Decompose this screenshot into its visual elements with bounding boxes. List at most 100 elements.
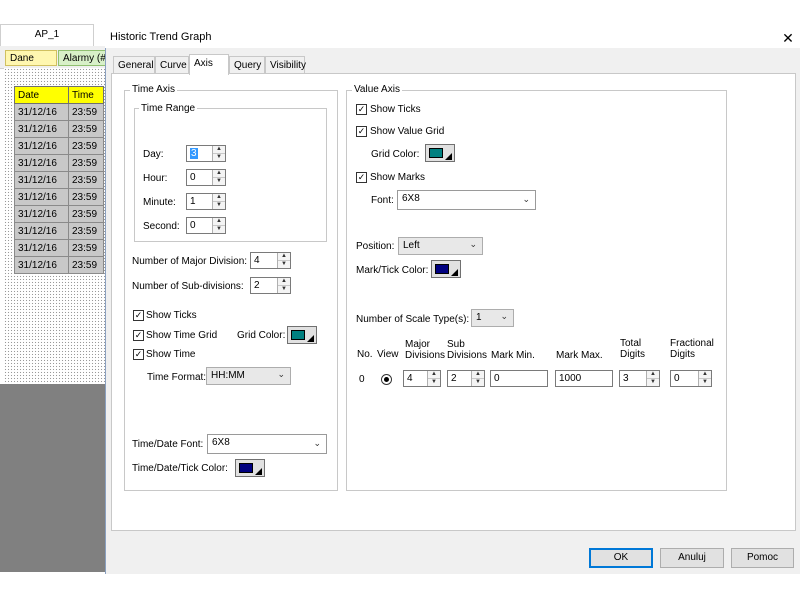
mark-color-label: Mark/Tick Color:: [356, 265, 429, 276]
show-time-grid-checkbox[interactable]: ✓: [133, 330, 144, 341]
minute-stepper[interactable]: 1 ▲ ▼: [186, 193, 226, 210]
bg-data-table: Date Time 31/12/16 23:59 31/12/16 23:59 31/1…: [14, 86, 104, 274]
bg-table-row: 31/12/16 23:59: [14, 256, 104, 274]
spin-up-icon[interactable]: ▲: [278, 253, 290, 261]
value-font-select[interactable]: 6X8 ⌄: [397, 190, 536, 210]
scale-types-select[interactable]: 1 ⌄: [471, 309, 514, 327]
hour-stepper[interactable]: 0 ▲ ▼: [186, 169, 226, 186]
row-mark-min-value: 0: [494, 373, 500, 384]
time-grid-color-button[interactable]: [287, 326, 317, 344]
spin-up-icon[interactable]: ▲: [278, 278, 290, 286]
value-show-ticks-checkbox[interactable]: ✓: [356, 104, 367, 115]
spin-up-icon[interactable]: ▲: [213, 218, 225, 226]
color-swatch: [429, 148, 443, 158]
row-total-digits-value: 3: [623, 373, 629, 384]
row-total-digits-stepper[interactable]: 3 ▲ ▼: [619, 370, 660, 387]
bg-cell-date: 31/12/16: [14, 205, 69, 223]
spin-up-icon[interactable]: ▲: [647, 371, 659, 379]
tick-color-button[interactable]: [235, 459, 265, 477]
tab-visibility[interactable]: Visibility: [265, 56, 306, 74]
bg-cell-time: 23:59: [68, 205, 104, 223]
value-grid-color-button[interactable]: [425, 144, 455, 162]
spin-down-icon[interactable]: ▼: [213, 154, 225, 161]
bg-cell-time: 23:59: [68, 222, 104, 240]
cancel-button[interactable]: Anuluj: [660, 548, 724, 568]
second-stepper[interactable]: 0 ▲ ▼: [186, 217, 226, 234]
show-value-grid-checkbox[interactable]: ✓: [356, 126, 367, 137]
spin-down-icon[interactable]: ▼: [428, 379, 440, 386]
spin-down-icon[interactable]: ▼: [699, 379, 711, 386]
bg-workspace: [0, 384, 106, 572]
day-stepper[interactable]: 3 ▲ ▼: [186, 145, 226, 162]
show-marks-checkbox[interactable]: ✓: [356, 172, 367, 183]
spin-down-icon[interactable]: ▼: [213, 226, 225, 233]
value-axis-title: Value Axis: [352, 84, 402, 95]
row-sub-stepper[interactable]: 2 ▲ ▼: [447, 370, 485, 387]
minute-label: Minute:: [143, 197, 176, 208]
bg-header-time: Time: [68, 86, 104, 104]
tab-general[interactable]: General: [113, 56, 155, 74]
view-radio[interactable]: [381, 374, 392, 385]
chevron-down-icon: ⌄: [500, 311, 508, 321]
spin-up-icon[interactable]: ▲: [428, 371, 440, 379]
close-button[interactable]: ✕: [778, 28, 798, 48]
spin-up-icon[interactable]: ▲: [472, 371, 484, 379]
bg-cell-time: 23:59: [68, 103, 104, 121]
col-view-header: View: [377, 349, 399, 360]
row-fractional-digits-stepper[interactable]: 0 ▲ ▼: [670, 370, 712, 387]
spin-down-icon[interactable]: ▼: [472, 379, 484, 386]
dropdown-triangle-icon: [307, 335, 314, 342]
row-no: 0: [359, 374, 365, 385]
col-total-header-1: Total: [620, 338, 642, 349]
spin-up-icon[interactable]: ▲: [213, 194, 225, 202]
sub-divisions-stepper[interactable]: 2 ▲ ▼: [250, 277, 291, 294]
mark-color-button[interactable]: [431, 260, 461, 278]
tab-query[interactable]: Query: [229, 56, 265, 74]
spin-up-icon[interactable]: ▲: [699, 371, 711, 379]
row-mark-max-input[interactable]: 1000: [555, 370, 613, 387]
dialog-title: Historic Trend Graph: [110, 31, 212, 43]
major-division-stepper[interactable]: 4 ▲ ▼: [250, 252, 291, 269]
time-date-font-value: 6X8: [212, 437, 230, 448]
spin-down-icon[interactable]: ▼: [278, 261, 290, 268]
row-major-stepper[interactable]: 4 ▲ ▼: [403, 370, 441, 387]
row-fractional-digits-value: 0: [674, 373, 680, 384]
row-mark-min-input[interactable]: 0: [490, 370, 548, 387]
sub-divisions-value: 2: [254, 280, 260, 291]
bg-table-row: 31/12/16 23:59: [14, 137, 104, 155]
chevron-down-icon: ⌄: [469, 239, 477, 249]
row-sub-value: 2: [451, 373, 457, 384]
scale-types-label: Number of Scale Type(s):: [356, 314, 470, 325]
spin-down-icon[interactable]: ▼: [647, 379, 659, 386]
spin-down-icon[interactable]: ▼: [278, 286, 290, 293]
spin-up-icon[interactable]: ▲: [213, 146, 225, 154]
spin-down-icon[interactable]: ▼: [213, 178, 225, 185]
bg-cell-time: 23:59: [68, 137, 104, 155]
bg-sub-tab-alarms[interactable]: Alarmy (#: [58, 50, 106, 66]
ok-button[interactable]: OK: [589, 548, 653, 568]
radio-dot-icon: [384, 377, 389, 382]
bg-cell-time: 23:59: [68, 154, 104, 172]
tab-curve[interactable]: Curve: [155, 56, 189, 74]
day-label: Day:: [143, 149, 164, 160]
dropdown-triangle-icon: [451, 269, 458, 276]
value-font-label: Font:: [371, 195, 394, 206]
show-time-checkbox[interactable]: ✓: [133, 349, 144, 360]
help-button[interactable]: Pomoc: [731, 548, 794, 568]
bg-cell-date: 31/12/16: [14, 137, 69, 155]
show-ticks-checkbox[interactable]: ✓: [133, 310, 144, 321]
second-label: Second:: [143, 221, 180, 232]
show-marks-label: Show Marks: [370, 172, 426, 183]
tab-axis[interactable]: Axis: [189, 54, 229, 75]
bg-sub-tab-data[interactable]: Dane (#2): [5, 50, 57, 80]
spin-down-icon[interactable]: ▼: [213, 202, 225, 209]
time-date-font-select[interactable]: 6X8 ⌄: [207, 434, 327, 454]
bg-document-tab[interactable]: AP_1: [0, 24, 94, 46]
time-format-label: Time Format:: [147, 372, 207, 383]
position-select[interactable]: Left ⌄: [398, 237, 483, 255]
time-format-select[interactable]: HH:MM ⌄: [206, 367, 291, 385]
col-sub-header-1: Sub: [447, 339, 465, 350]
spin-up-icon[interactable]: ▲: [213, 170, 225, 178]
row-major-value: 4: [407, 373, 413, 384]
time-grid-color-label: Grid Color:: [237, 330, 286, 341]
